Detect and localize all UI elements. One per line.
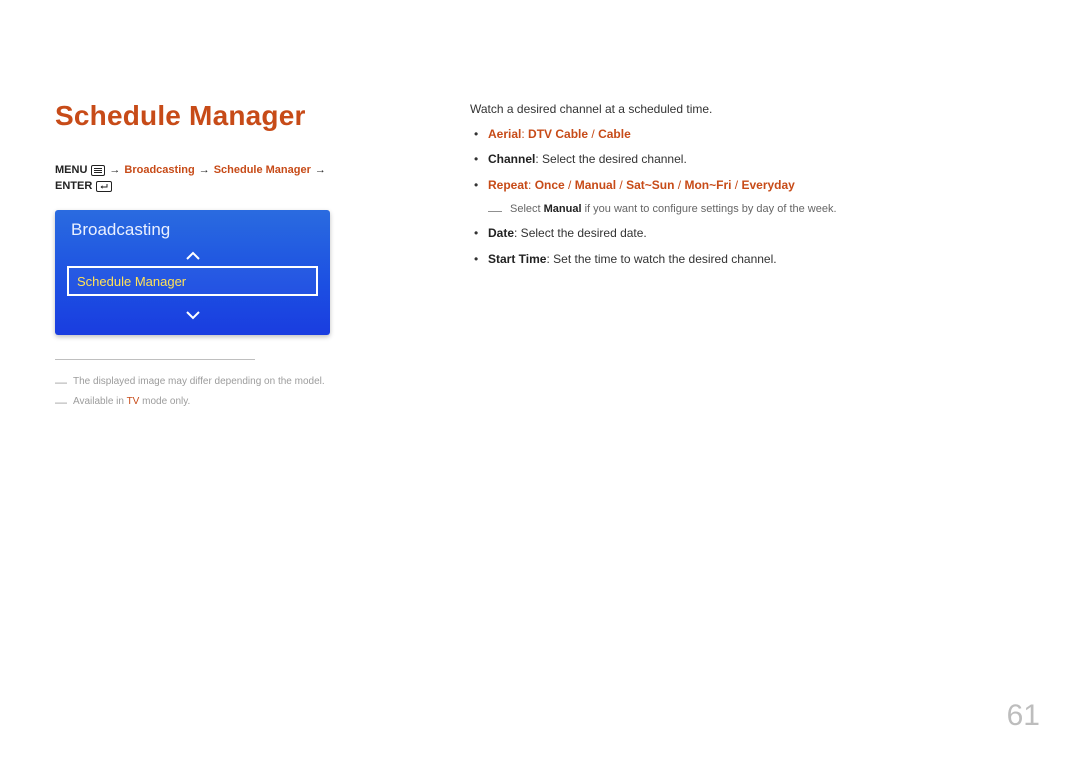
tv-menu-preview: Broadcasting Schedule Manager	[55, 210, 330, 335]
option-repeat: Repeat: Once / Manual / Sat~Sun / Mon~Fr…	[470, 176, 1025, 195]
tv-menu-selected-label: Schedule Manager	[77, 274, 186, 289]
tv-menu-title: Broadcasting	[71, 220, 170, 240]
option-channel: Channel: Select the desired channel.	[470, 150, 1025, 169]
arrow-sep: →	[109, 164, 120, 176]
page-number: 61	[1007, 699, 1040, 733]
footnote-1: ― The displayed image may differ dependi…	[55, 374, 340, 390]
chevron-up-icon[interactable]	[185, 248, 201, 264]
footnote-text: Available in TV mode only.	[73, 394, 190, 410]
dash-icon: ―	[55, 395, 67, 409]
intro-text: Watch a desired channel at a scheduled t…	[470, 100, 1025, 119]
left-column: Schedule Manager MENU → Broadcasting → S…	[55, 100, 340, 414]
enter-icon	[96, 181, 112, 192]
menu-icon	[91, 165, 105, 176]
repeat-subnote: ― Select Manual if you want to configure…	[470, 201, 1025, 219]
nav-path-schedule-manager: Schedule Manager	[214, 164, 311, 176]
dash-icon: ―	[55, 375, 67, 389]
option-date: Date: Select the desired date.	[470, 224, 1025, 243]
page-title: Schedule Manager	[55, 100, 340, 132]
dash-icon: ―	[488, 203, 502, 217]
enter-label: ENTER	[55, 180, 92, 192]
menu-label: MENU	[55, 164, 87, 176]
tv-menu-selected-item[interactable]: Schedule Manager	[67, 266, 318, 296]
menu-path: MENU → Broadcasting → Schedule Manager →…	[55, 164, 340, 192]
two-column-layout: Schedule Manager MENU → Broadcasting → S…	[55, 100, 1025, 414]
arrow-sep: →	[315, 164, 326, 176]
chevron-down-icon[interactable]	[185, 307, 201, 323]
divider	[55, 359, 255, 360]
subnote-text: Select Manual if you want to configure s…	[510, 201, 837, 219]
footnote-text: The displayed image may differ depending…	[73, 374, 325, 390]
option-list: Aerial: DTV Cable / Cable Channel: Selec…	[470, 125, 1025, 269]
option-aerial: Aerial: DTV Cable / Cable	[470, 125, 1025, 144]
right-column: Watch a desired channel at a scheduled t…	[470, 100, 1025, 414]
arrow-sep: →	[199, 164, 210, 176]
manual-page: Schedule Manager MENU → Broadcasting → S…	[0, 0, 1080, 763]
footnote-2: ― Available in TV mode only.	[55, 394, 340, 410]
option-start-time: Start Time: Set the time to watch the de…	[470, 250, 1025, 269]
nav-path-broadcasting: Broadcasting	[124, 164, 194, 176]
